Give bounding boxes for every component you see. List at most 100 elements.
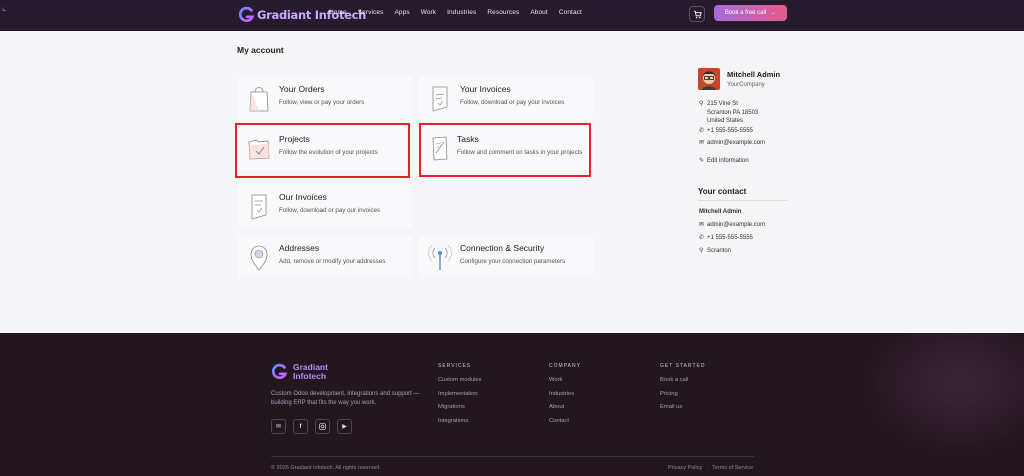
card-title: Your Orders — [279, 84, 325, 94]
edit-information-link[interactable]: ✎ Edit information — [699, 157, 749, 166]
cart-icon — [693, 10, 702, 18]
copyright: © 2026 Gradiant Infotech. All rights res… — [271, 465, 381, 471]
card-title: Addresses — [279, 243, 320, 253]
address-line-1: 215 Vine St — [707, 101, 738, 107]
email-social-icon[interactable]: ✉ — [271, 419, 286, 434]
profile-name: Mitchell Admin — [727, 70, 781, 79]
footer-link[interactable]: Implementation — [438, 391, 482, 397]
your-contact-title: Your contact — [698, 187, 747, 196]
footer-link[interactable]: Book a call — [660, 377, 705, 383]
top-navbar: ⌞ Gradiant Infotech Home Services Apps W… — [0, 0, 1024, 31]
contact-city-row: ⚲ Scranton — [699, 247, 731, 256]
nav-industries[interactable]: Industries — [447, 9, 476, 16]
youtube-icon[interactable]: ▶ — [337, 419, 352, 434]
footer-link[interactable]: Contact — [549, 418, 581, 424]
instagram-icon[interactable] — [315, 419, 330, 434]
profile-phone-row: ✆ +1 555-555-5555 — [699, 127, 753, 136]
footer-divider — [271, 456, 754, 457]
highlight-tasks — [419, 123, 591, 177]
contact-name: Mitchell Admin — [699, 209, 742, 215]
book-call-label: Book a free call — [724, 10, 767, 16]
logo-g-icon — [271, 363, 288, 380]
phone-icon: ✆ — [699, 128, 705, 134]
footer-brand-line2: Infotech — [293, 371, 327, 381]
nav-resources[interactable]: Resources — [487, 9, 519, 16]
arrow-right-icon: → — [770, 10, 777, 16]
card-title: Our Invoices — [279, 192, 327, 202]
footer-link[interactable]: Email us — [660, 404, 705, 410]
footer-col-get-started: GET STARTED Book a call Pricing Email us — [660, 363, 705, 418]
highlight-projects — [235, 123, 410, 178]
nav-apps[interactable]: Apps — [394, 9, 409, 16]
location-pin-icon: ⚲ — [699, 101, 704, 107]
site-footer: Gradiant Infotech Custom Odoo developmen… — [0, 333, 1024, 476]
card-desc: Follow, download or pay your invoices — [460, 99, 565, 106]
address-line-3: United States — [707, 118, 744, 124]
terms-of-service-link[interactable]: Terms of Service — [712, 465, 753, 471]
card-addresses[interactable]: Addresses Add, remove or modify your add… — [238, 235, 412, 279]
footer-brand: Gradiant Infotech — [293, 363, 328, 381]
nav-about[interactable]: About — [530, 9, 548, 16]
nav-services[interactable]: Services — [358, 9, 384, 16]
cart-button[interactable] — [689, 6, 705, 22]
legal-separator: · — [706, 465, 709, 471]
legal-links: Privacy Policy · Terms of Service — [668, 465, 753, 471]
card-desc: Configure your connection parameters — [460, 258, 566, 265]
invoice-icon — [432, 86, 448, 112]
footer-link[interactable]: Pricing — [660, 391, 705, 397]
footer-tagline: Custom Odoo development, integrations an… — [271, 391, 420, 406]
card-our-invoices[interactable]: Our Invoices Follow, download or pay our… — [238, 184, 412, 228]
footer-link[interactable]: About — [549, 404, 581, 410]
card-desc: Follow, view or pay your orders — [279, 99, 365, 106]
location-pin-icon: ⚲ — [699, 248, 704, 254]
profile-phone: +1 555-555-5555 — [707, 128, 753, 134]
card-desc: Follow, download or pay our invoices — [279, 207, 381, 214]
contact-city: Scranton — [707, 248, 732, 254]
email-icon: ✉ — [699, 140, 705, 146]
profile-email-row: ✉ admin@example.com — [699, 139, 765, 148]
footer-link[interactable]: Migrations — [438, 404, 482, 410]
contact-phone: +1 555-555-5555 — [707, 235, 753, 241]
orders-bag-icon — [249, 87, 269, 112]
pencil-icon: ✎ — [699, 158, 705, 164]
security-antenna-icon — [428, 244, 452, 270]
profile-company: YourCompany — [727, 82, 765, 88]
corner-bracket-icon: ⌞ — [2, 2, 7, 12]
instagram-glyph — [319, 423, 326, 430]
book-call-button[interactable]: Book a free call → — [714, 5, 787, 21]
nav-work[interactable]: Work — [421, 9, 436, 16]
card-connection-security[interactable]: Connection & Security Configure your con… — [419, 235, 593, 279]
profile-address: ⚲ 215 Vine St Scranton PA 18503 United St… — [699, 100, 758, 126]
card-desc: Add, remove or modify your addresses — [279, 258, 386, 265]
logo-g-icon — [238, 6, 255, 23]
contact-email-row: ✉ admin@example.com — [699, 221, 765, 230]
footer-col-heading: COMPANY — [549, 363, 581, 369]
footer-col-company: COMPANY Work Industries About Contact — [549, 363, 581, 431]
footer-link[interactable]: Industries — [549, 391, 581, 397]
address-pin-icon — [250, 245, 268, 271]
card-title: Connection & Security — [460, 243, 545, 253]
nav-contact[interactable]: Contact — [559, 9, 582, 16]
facebook-icon[interactable]: f — [293, 419, 308, 434]
edit-information-label: Edit information — [707, 158, 749, 164]
footer-link[interactable]: Integrations — [438, 418, 482, 424]
footer-logo[interactable]: Gradiant Infotech — [271, 362, 328, 382]
card-your-invoices[interactable]: Your Invoices Follow, download or pay yo… — [419, 76, 593, 120]
main-nav: Home Services Apps Work Industries Resou… — [329, 9, 593, 16]
footer-link[interactable]: Custom modules — [438, 377, 482, 383]
contact-email: admin@example.com — [707, 222, 766, 228]
profile-email: admin@example.com — [707, 140, 766, 146]
footer-col-heading: GET STARTED — [660, 363, 706, 369]
contact-phone-row: ✆ +1 555-555-5555 — [699, 234, 753, 243]
nav-home[interactable]: Home — [329, 9, 347, 16]
privacy-policy-link[interactable]: Privacy Policy — [668, 465, 702, 471]
avatar — [698, 68, 720, 90]
page-title: My account — [237, 45, 284, 55]
email-icon: ✉ — [699, 222, 705, 228]
address-line-2: Scranton PA 18503 — [707, 109, 759, 116]
your-contact-divider — [698, 200, 787, 201]
card-your-orders[interactable]: Your Orders Follow, view or pay your ord… — [238, 76, 412, 120]
our-invoices-icon — [251, 194, 267, 220]
footer-link[interactable]: Work — [549, 377, 581, 383]
social-links: ✉ f ▶ — [271, 419, 352, 434]
